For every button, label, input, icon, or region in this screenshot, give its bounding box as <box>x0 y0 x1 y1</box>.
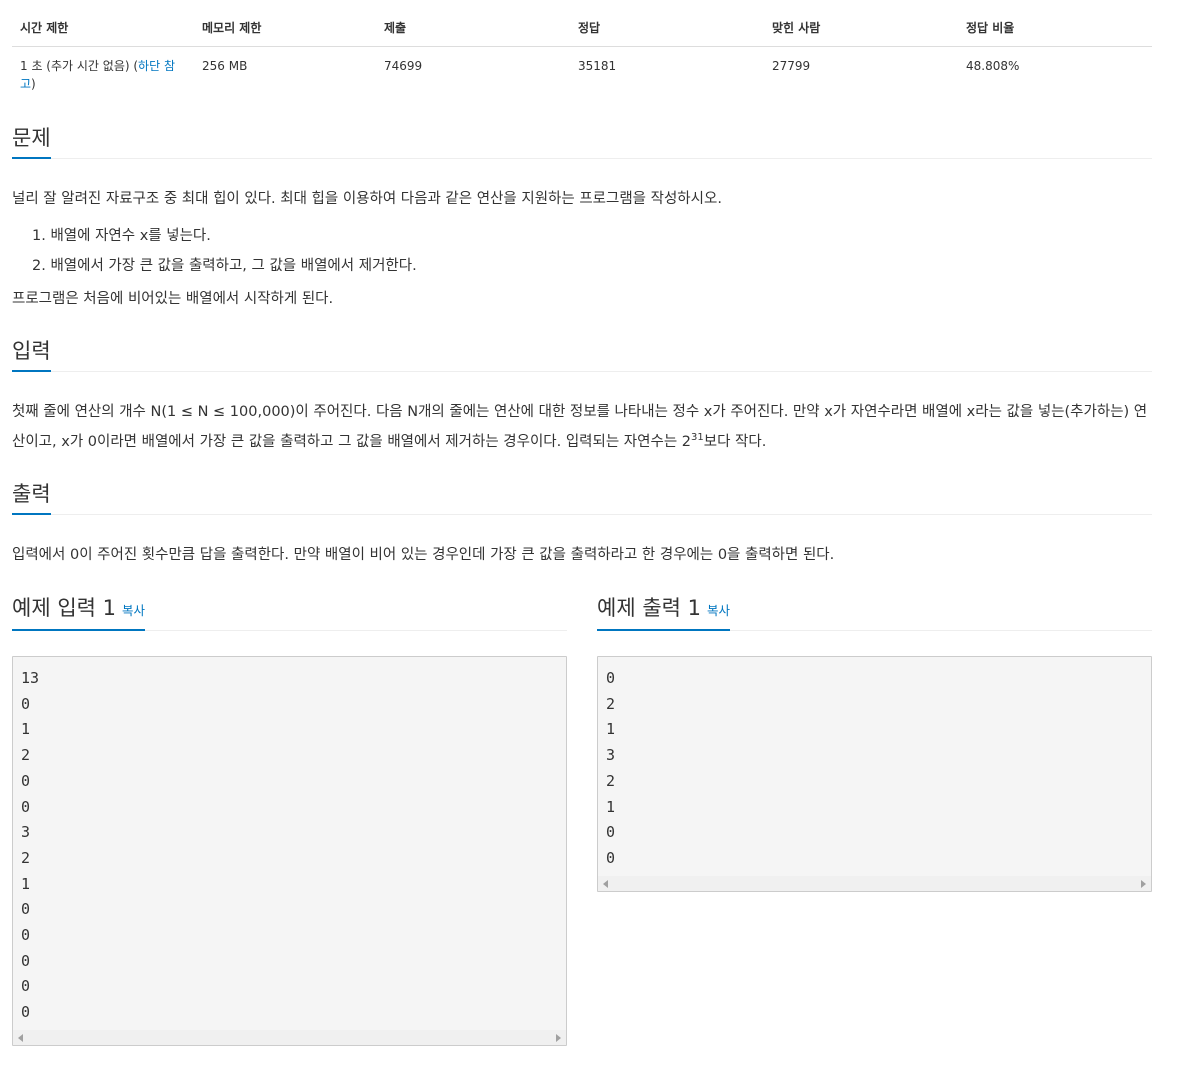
input-text-end: 보다 작다. <box>703 434 767 450</box>
sample-input-title-wrap: 예제 입력 1 복사 <box>12 596 146 631</box>
input-section-header: 입력 <box>12 338 1152 372</box>
time-limit-value: 1 초 (추가 시간 없음) ( <box>20 59 139 73</box>
submissions-value: 74699 <box>384 59 423 73</box>
sample-input-copy-button[interactable]: 복사 <box>122 603 145 618</box>
input-exponent: 31 <box>691 432 704 444</box>
output-text: 입력에서 0이 주어진 횟수만큼 답을 출력한다. 만약 배열이 비어 있는 경… <box>12 547 835 563</box>
sample-output-copy-button[interactable]: 복사 <box>707 603 730 618</box>
sample-output-box[interactable]: 0 2 1 3 2 1 0 0 <box>597 656 1152 892</box>
sample-output-title-wrap: 예제 출력 1 복사 <box>597 596 731 631</box>
header-accepted: 정답 <box>570 10 764 47</box>
problem-step: 2. 배열에서 가장 큰 값을 출력하고, 그 값을 배열에서 제거한다. <box>32 258 417 274</box>
problem-intro: 널리 잘 알려진 자료구조 중 최대 힙이 있다. 최대 힙을 이용하여 다음과… <box>12 191 722 207</box>
accept-ratio-value: 48.808% <box>966 59 1020 73</box>
scroll-left-arrow-icon[interactable] <box>18 1033 23 1042</box>
input-section-title: 입력 <box>12 339 51 372</box>
output-section-header: 출력 <box>12 481 1152 515</box>
sample-output-title: 예제 출력 1 <box>597 596 701 620</box>
problem-section-title: 문제 <box>12 126 51 159</box>
info-header-row: 시간 제한 메모리 제한 제출 정답 맞힌 사람 정답 비율 <box>12 10 1152 47</box>
problem-step: 1. 배열에 자연수 x를 넣는다. <box>32 228 211 244</box>
header-memory-limit: 메모리 제한 <box>194 10 376 47</box>
scroll-left-arrow-icon[interactable] <box>603 879 608 888</box>
header-time-limit: 시간 제한 <box>12 10 194 47</box>
problem-outro: 프로그램은 처음에 비어있는 배열에서 시작하게 된다. <box>12 291 334 307</box>
header-submissions: 제출 <box>376 10 570 47</box>
header-accept-ratio: 정답 비율 <box>958 10 1152 47</box>
memory-limit-value: 256 MB <box>202 59 248 73</box>
solved-users-value: 27799 <box>772 59 811 73</box>
output-section-title: 출력 <box>12 482 51 515</box>
sample-input-data: 13 0 1 2 0 0 3 2 1 0 0 0 0 0 <box>21 669 40 1022</box>
problem-steps: 1. 배열에 자연수 x를 넣는다. 2. 배열에서 가장 큰 값을 출력하고,… <box>12 221 1152 281</box>
input-description: 첫째 줄에 연산의 개수 N(1 ≤ N ≤ 100,000)이 주어진다. 다… <box>12 397 1152 457</box>
sample-input-box[interactable]: 13 0 1 2 0 0 3 2 1 0 0 0 0 0 <box>12 656 567 1046</box>
accepted-value: 35181 <box>578 59 617 73</box>
problem-info-table: 시간 제한 메모리 제한 제출 정답 맞힌 사람 정답 비율 1 초 (추가 시… <box>12 10 1152 101</box>
sample-output-data: 0 2 1 3 2 1 0 0 <box>606 669 616 867</box>
output-description: 입력에서 0이 주어진 횟수만큼 답을 출력한다. 만약 배열이 비어 있는 경… <box>12 540 1152 570</box>
input-text: 첫째 줄에 연산의 개수 N(1 ≤ N ≤ 100,000)이 주어진다. 다… <box>12 397 1152 457</box>
problem-section-header: 문제 <box>12 125 1152 159</box>
info-value-row: 1 초 (추가 시간 없음) (하단 참고) 256 MB 74699 3518… <box>12 47 1152 102</box>
sample-output-scrollbar[interactable] <box>598 875 1151 891</box>
sample-input-scrollbar[interactable] <box>13 1029 566 1045</box>
sample-input-panel: 예제 입력 1 복사 13 0 1 2 0 0 3 2 1 0 0 0 0 0 <box>12 594 567 1046</box>
header-solved-users: 맞힌 사람 <box>764 10 958 47</box>
scroll-right-arrow-icon[interactable] <box>1141 879 1146 888</box>
time-limit-cell: 1 초 (추가 시간 없음) (하단 참고) <box>12 47 194 102</box>
samples-row: 예제 입력 1 복사 13 0 1 2 0 0 3 2 1 0 0 0 0 0 예… <box>12 594 1152 1046</box>
sample-output-header: 예제 출력 1 복사 <box>597 594 1152 631</box>
sample-input-header: 예제 입력 1 복사 <box>12 594 567 631</box>
time-limit-suffix: ) <box>31 77 36 91</box>
problem-page: 시간 제한 메모리 제한 제출 정답 맞힌 사람 정답 비율 1 초 (추가 시… <box>12 0 1152 1046</box>
sample-output-panel: 예제 출력 1 복사 0 2 1 3 2 1 0 0 <box>597 594 1152 1046</box>
problem-description: 널리 잘 알려진 자료구조 중 최대 힙이 있다. 최대 힙을 이용하여 다음과… <box>12 184 1152 314</box>
input-text-main: 첫째 줄에 연산의 개수 N(1 ≤ N ≤ 100,000)이 주어진다. 다… <box>12 404 1148 450</box>
sample-input-title: 예제 입력 1 <box>12 596 116 620</box>
scroll-right-arrow-icon[interactable] <box>556 1033 561 1042</box>
